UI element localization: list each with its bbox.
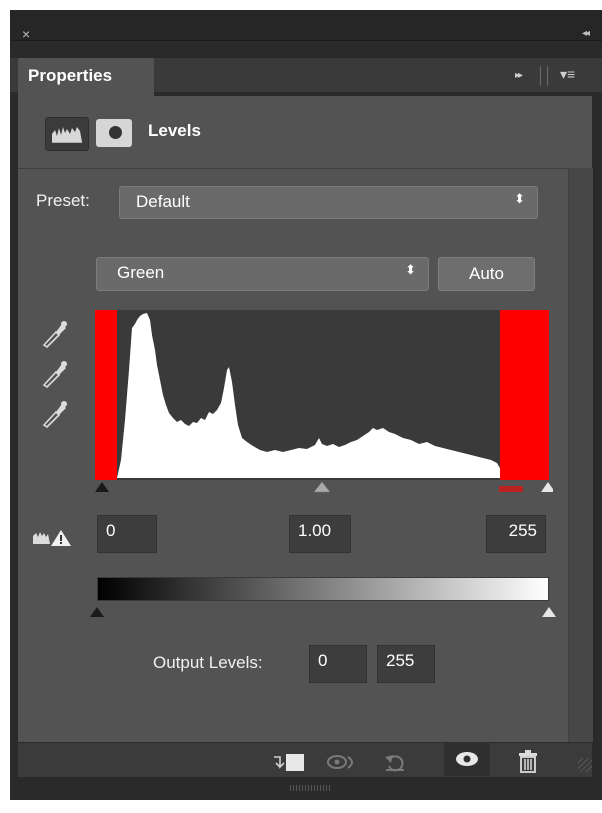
auto-button[interactable]: Auto (438, 257, 535, 291)
channel-chevron-icon: ⬍ (405, 262, 416, 277)
preset-label: Preset: (36, 191, 90, 210)
input-gamma-field[interactable]: 1.00 (289, 515, 351, 553)
visibility-eye-icon (456, 752, 478, 766)
channel-value: Green (117, 263, 165, 282)
output-levels-label: Output Levels: (153, 653, 263, 672)
white-point-eyedropper-icon[interactable] (40, 398, 68, 429)
black-point-eyedropper-icon[interactable] (40, 318, 68, 349)
white-point-slider[interactable] (541, 482, 553, 492)
vertical-scrollbar[interactable] (568, 168, 593, 742)
output-black-field[interactable]: 0 (309, 645, 367, 683)
output-black-slider[interactable] (90, 607, 104, 617)
output-white-field[interactable]: 255 (377, 645, 435, 683)
clipping-warning-icon[interactable] (33, 528, 73, 548)
highlight-clip-overlay (500, 310, 549, 480)
adjustment-title: Levels (148, 121, 201, 140)
preset-chevron-icon: ⬍ (514, 191, 525, 206)
input-slider-track (95, 481, 553, 493)
levels-histogram-icon[interactable] (45, 117, 89, 151)
input-white-field[interactable]: 255 (486, 515, 546, 553)
header-divider (18, 168, 568, 169)
channel-dropdown[interactable]: Green ⬍ (96, 257, 429, 291)
output-slider-track (90, 607, 556, 617)
view-previous-state-icon[interactable] (326, 751, 360, 773)
close-panel-icon[interactable]: × (22, 27, 30, 41)
mask-dot (109, 126, 122, 139)
clip-to-layer-icon[interactable] (272, 751, 306, 773)
output-white-slider[interactable] (542, 607, 556, 617)
expand-panels-icon[interactable]: ▸▸ (515, 70, 523, 81)
output-gradient-bar (97, 577, 549, 601)
shadow-clip-overlay (95, 310, 117, 480)
histogram (95, 310, 549, 480)
gamma-slider[interactable] (313, 481, 331, 493)
preset-dropdown[interactable]: Default ⬍ (119, 186, 538, 219)
gray-point-eyedropper-icon[interactable] (40, 358, 68, 389)
panel-title-strip (10, 10, 602, 41)
resize-corner-icon[interactable] (578, 758, 592, 772)
visibility-toggle[interactable] (444, 742, 490, 776)
black-point-slider[interactable] (95, 482, 109, 492)
delete-trash-icon[interactable] (514, 750, 542, 774)
preset-value: Default (136, 192, 190, 211)
tab-properties-label: Properties (28, 66, 113, 85)
panel-resize-handle[interactable] (290, 785, 330, 791)
collapse-panel-icon[interactable]: ◂◂ (582, 28, 590, 39)
input-black-field[interactable]: 0 (97, 515, 157, 553)
reset-icon[interactable] (382, 751, 412, 773)
clip-indicator (499, 486, 523, 492)
tab-grip-icon[interactable] (540, 66, 548, 86)
panel-menu-icon[interactable]: ▾≡ (560, 66, 575, 83)
